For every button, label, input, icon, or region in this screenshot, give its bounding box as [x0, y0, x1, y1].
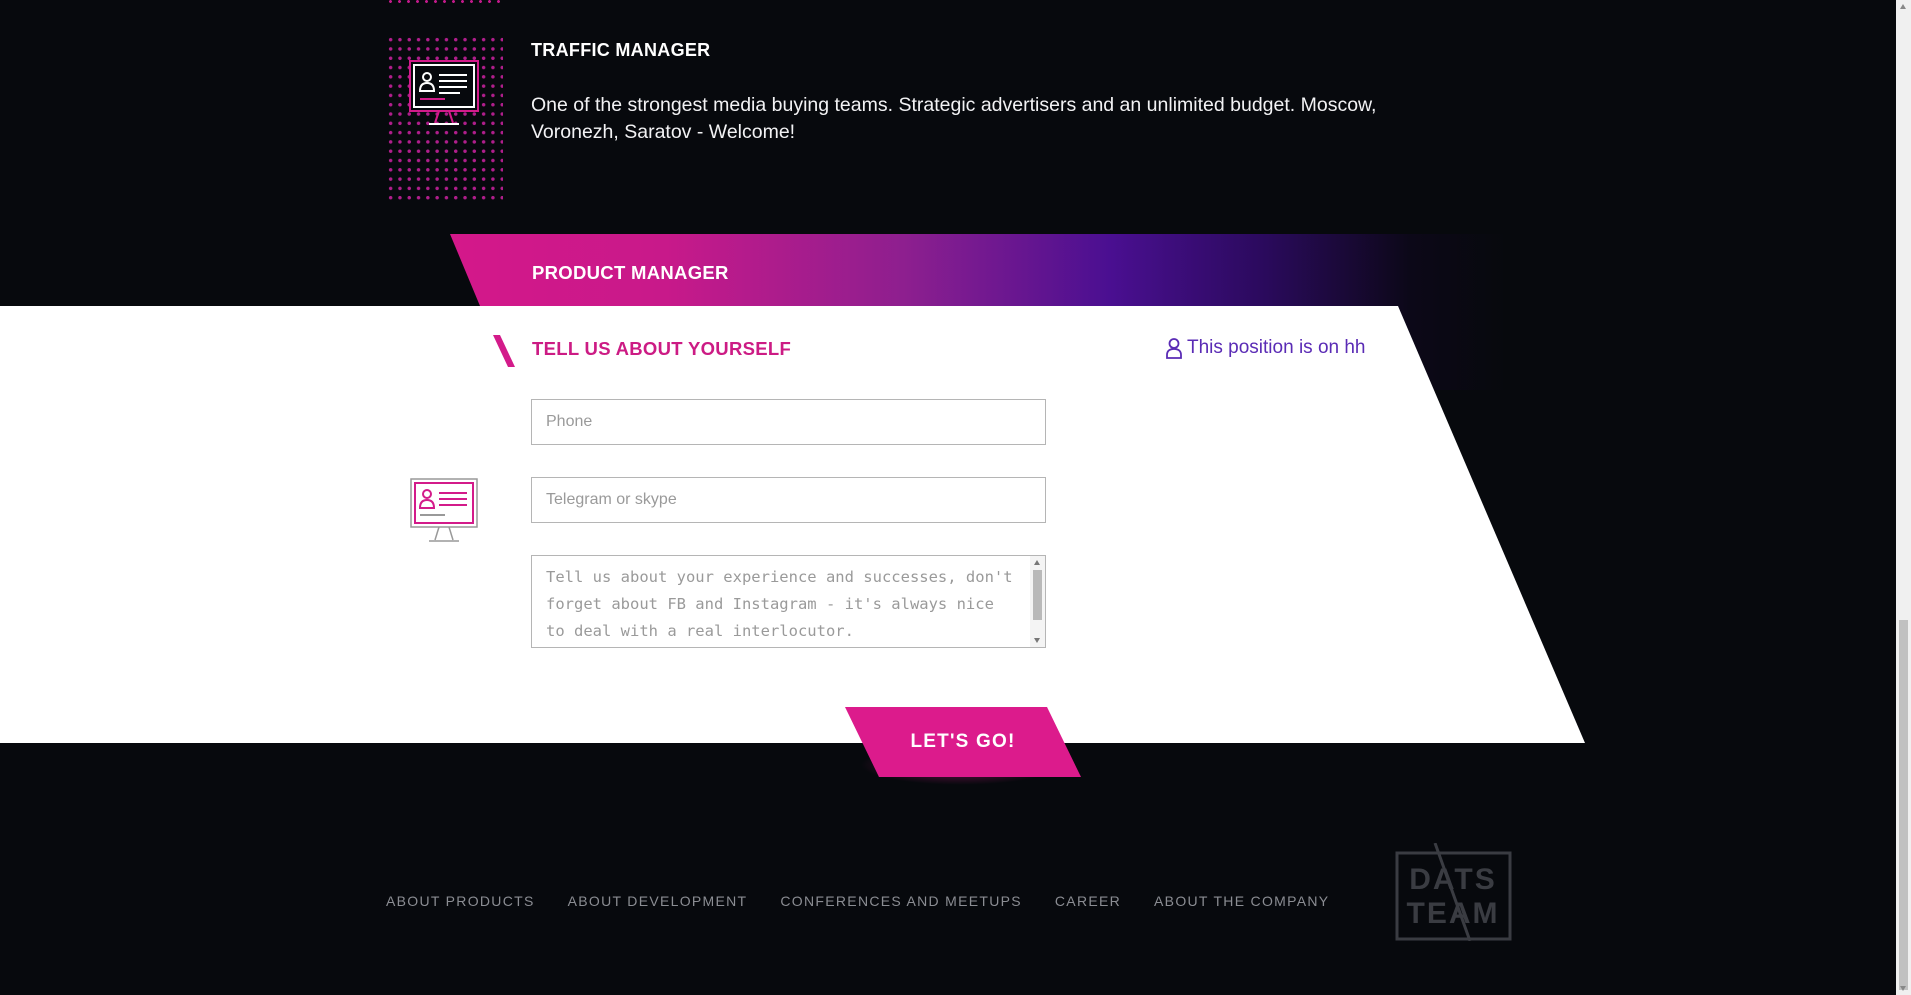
footer-link-career[interactable]: CAREER [1055, 893, 1121, 909]
scroll-down-arrow-icon[interactable] [1900, 986, 1906, 991]
logo-line-2: TEAM [1407, 897, 1500, 930]
page-scrollbar[interactable] [1896, 0, 1911, 995]
footer-link-about-development[interactable]: ABOUT DEVELOPMENT [568, 893, 748, 909]
computer-user-profile-icon [409, 60, 479, 125]
dats-team-logo[interactable]: DATS TEAM [1395, 843, 1512, 941]
scroll-up-arrow-icon[interactable] [1034, 560, 1040, 565]
vacancy-title-product-manager[interactable]: PRODUCT MANAGER [532, 262, 729, 284]
vacancy-title-traffic-manager[interactable]: TRAFFIC MANAGER [531, 40, 710, 61]
application-form-panel [0, 306, 1585, 743]
scroll-up-arrow-icon[interactable] [1900, 4, 1906, 9]
phone-input[interactable] [531, 399, 1046, 445]
scroll-thumb[interactable] [1033, 570, 1042, 620]
footer-link-conferences[interactable]: CONFERENCES AND MEETUPS [780, 893, 1022, 909]
form-title: TELL US ABOUT YOURSELF [532, 338, 792, 359]
textarea-scrollbar[interactable] [1030, 556, 1045, 647]
logo-line-1: DATS [1409, 863, 1496, 896]
experience-textarea[interactable] [531, 555, 1046, 648]
banner-slant-edge [450, 234, 480, 306]
scroll-down-arrow-icon[interactable] [1034, 638, 1040, 643]
vacancy-description: One of the strongest media buying teams.… [531, 94, 1377, 143]
hh-link-label: This position is on hh [1187, 337, 1366, 358]
decorative-dots-top [386, 0, 502, 3]
page-scroll-thumb[interactable] [1899, 620, 1908, 990]
hh-position-link[interactable]: This position is on hh [1165, 337, 1366, 359]
computer-user-profile-icon [410, 478, 478, 542]
footer-nav: ABOUT PRODUCTS ABOUT DEVELOPMENT CONFERE… [386, 893, 1362, 909]
footer-link-about-products[interactable]: ABOUT PRODUCTS [386, 893, 535, 909]
footer-link-about-company[interactable]: ABOUT THE COMPANY [1154, 893, 1329, 909]
telegram-skype-input[interactable] [531, 477, 1046, 523]
user-icon [1166, 338, 1182, 359]
submit-button[interactable]: LET'S GO! [845, 707, 1081, 777]
